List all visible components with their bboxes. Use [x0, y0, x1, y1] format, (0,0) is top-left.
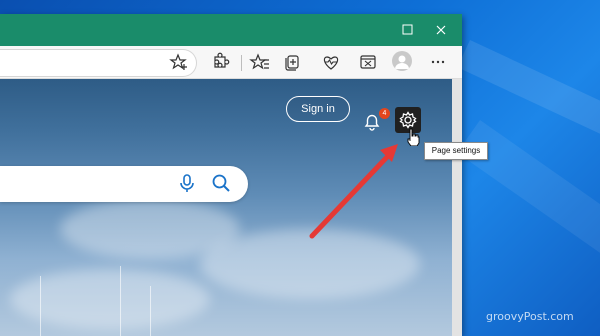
- background-mast: [40, 276, 41, 336]
- restore-icon: [402, 24, 413, 35]
- search-box[interactable]: [0, 166, 248, 202]
- background-mast: [150, 286, 151, 336]
- immersive-reader-icon[interactable]: [356, 50, 380, 74]
- background-mast: [120, 266, 121, 336]
- watermark: groovyPost.com: [486, 310, 574, 323]
- extensions-icon[interactable]: [208, 50, 232, 74]
- health-icon[interactable]: [319, 50, 343, 74]
- browser-toolbar: [0, 46, 462, 79]
- profile-icon: [395, 55, 409, 69]
- close-button[interactable]: [430, 19, 452, 41]
- notification-count-badge: 4: [379, 108, 390, 119]
- scrollbar[interactable]: [452, 79, 462, 336]
- favorite-add-icon[interactable]: [168, 50, 192, 74]
- collections-icon[interactable]: [280, 50, 304, 74]
- address-bar[interactable]: [0, 49, 197, 77]
- page-settings-tooltip: Page settings: [424, 142, 488, 160]
- favorites-icon[interactable]: [248, 50, 272, 74]
- close-icon: [436, 25, 446, 35]
- microphone-icon[interactable]: [176, 172, 198, 194]
- search-icon[interactable]: [210, 172, 232, 194]
- sign-in-button[interactable]: Sign in: [286, 96, 350, 122]
- title-bar: [0, 14, 462, 46]
- restore-button[interactable]: [396, 19, 418, 41]
- profile-avatar[interactable]: [392, 51, 412, 71]
- more-icon[interactable]: [426, 50, 450, 74]
- toolbar-divider: [241, 55, 242, 71]
- hand-cursor-icon: [407, 128, 420, 146]
- background-cloud: [200, 229, 420, 299]
